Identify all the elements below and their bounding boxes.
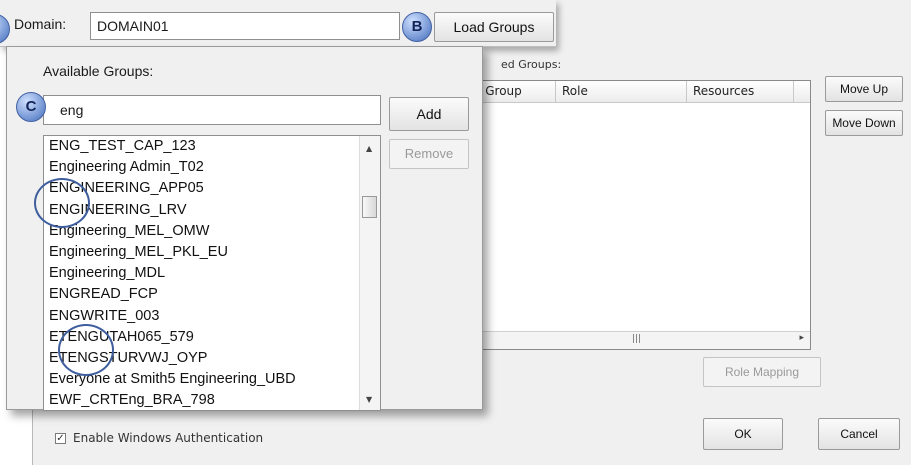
domain-bar: Domain: DOMAIN01 Load Groups	[0, 0, 556, 47]
horizontal-scrollbar[interactable]: ||| ▸	[452, 331, 810, 349]
column-header-role[interactable]: Role	[556, 81, 687, 102]
ok-button[interactable]: OK	[703, 418, 783, 450]
list-item[interactable]: Engineering Admin_T02	[44, 157, 380, 178]
group-filter-input[interactable]: eng	[43, 95, 381, 125]
checkmark-icon: ✓	[56, 433, 65, 444]
cancel-button[interactable]: Cancel	[818, 418, 900, 450]
highlight-ring-eteng	[58, 324, 114, 376]
highlight-ring-engineering	[34, 178, 90, 228]
list-item[interactable]: Engineering_MDL	[44, 263, 380, 284]
list-item[interactable]: Engineering_MEL_PKL_EU	[44, 242, 380, 263]
scroll-up-arrow-icon[interactable]: ▲	[366, 144, 372, 153]
list-item[interactable]: ENGREAD_FCP	[44, 284, 380, 305]
scroll-down-arrow-icon[interactable]: ▼	[366, 395, 372, 404]
domain-input[interactable]: DOMAIN01	[90, 12, 400, 40]
scrollbar-thumb[interactable]	[362, 196, 377, 218]
list-item[interactable]: Engineering_MEL_OMW	[44, 221, 380, 242]
scroll-grip-icon: |||	[632, 334, 642, 344]
scroll-right-arrow-icon[interactable]: ▸	[799, 333, 804, 343]
move-down-button[interactable]: Move Down	[825, 110, 903, 136]
load-groups-button[interactable]: Load Groups	[434, 12, 554, 42]
remove-button[interactable]: Remove	[389, 139, 469, 169]
column-header-resources[interactable]: Resources	[687, 81, 794, 102]
list-item[interactable]: ENG_TEST_CAP_123	[44, 136, 380, 157]
mapped-groups-grid[interactable]: ows Group Role Resources ||| ▸	[451, 80, 811, 350]
list-item[interactable]: EWF_CRTEng_BRA_798	[44, 390, 380, 410]
available-groups-heading: Available Groups:	[43, 63, 154, 79]
role-mapping-button[interactable]: Role Mapping	[703, 357, 821, 387]
list-item[interactable]: ENGWRITE_003	[44, 306, 380, 327]
grid-header: ows Group Role Resources	[452, 81, 810, 103]
vertical-scrollbar[interactable]: ▲ ▼	[359, 136, 380, 410]
mapped-groups-heading: ed Groups:	[501, 58, 562, 71]
list-item[interactable]: ENGINEERING_LRV	[44, 200, 380, 221]
add-button[interactable]: Add	[389, 97, 469, 131]
enable-windows-auth-checkbox[interactable]: ✓	[55, 433, 66, 444]
callout-marker-c: C	[16, 92, 46, 122]
callout-marker-b: B	[402, 12, 432, 42]
domain-label: Domain:	[14, 16, 67, 32]
list-item[interactable]: ENGINEERING_APP05	[44, 178, 380, 199]
move-up-button[interactable]: Move Up	[825, 76, 903, 102]
enable-windows-auth-label: Enable Windows Authentication	[73, 431, 264, 445]
